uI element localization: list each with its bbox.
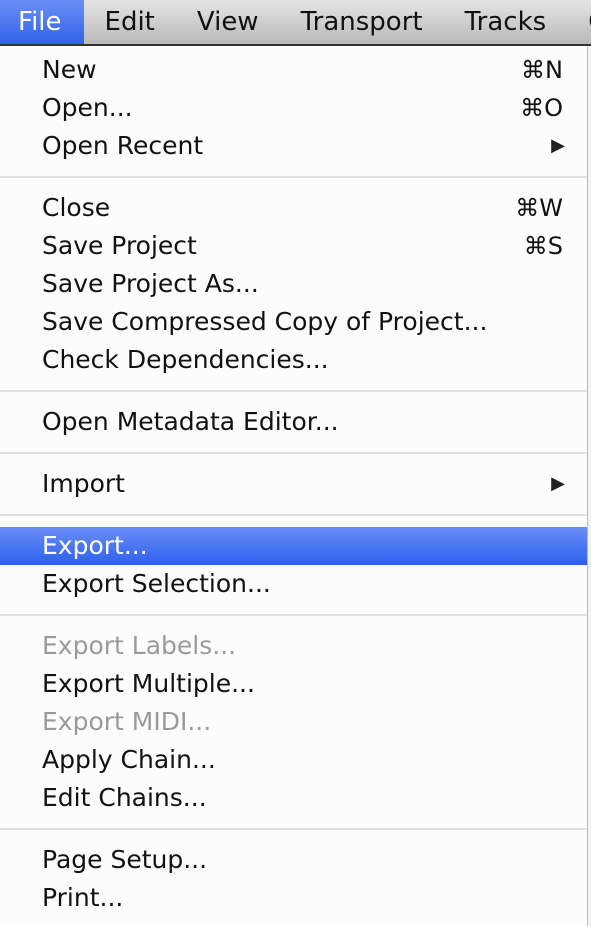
menu-item-label: Import xyxy=(42,469,125,498)
menu-item-label: Export MIDI... xyxy=(42,707,212,736)
menu-item-label: Apply Chain... xyxy=(42,745,216,774)
menubar-tracks[interactable]: Tracks xyxy=(444,0,568,44)
shortcut-label: ⌘S xyxy=(523,232,563,260)
menubar-transport[interactable]: Transport xyxy=(280,0,444,44)
submenu-arrow-icon: ▶ xyxy=(551,473,565,494)
menubar-file[interactable]: File xyxy=(0,0,84,44)
menu-item-label: New xyxy=(42,55,97,84)
menu-item-export[interactable]: Export... xyxy=(0,527,587,565)
menu-item-label: Page Setup... xyxy=(42,845,208,874)
menu-item-label: Export Multiple... xyxy=(42,669,255,698)
menu-item-label: Save Project As... xyxy=(42,269,259,298)
menu-bar: FileEditViewTransportTracksG xyxy=(0,0,591,46)
menu-item-print[interactable]: Print... xyxy=(0,879,587,917)
submenu-arrow-icon: ▶ xyxy=(551,135,565,156)
file-menu: New ⌘N Open... ⌘O Open Recent ▶ Close ⌘W Save Pr… xyxy=(0,46,588,926)
menu-item-new[interactable]: New ⌘N xyxy=(0,51,587,89)
menu-item-save-compressed-copy-of-project[interactable]: Save Compressed Copy of Project... xyxy=(0,303,587,341)
menubar-edit[interactable]: Edit xyxy=(84,0,176,44)
menu-item-edit-chains[interactable]: Edit Chains... xyxy=(0,779,587,817)
menu-item-label: Export Selection... xyxy=(42,569,271,598)
menu-item-label: Save Compressed Copy of Project... xyxy=(42,307,488,336)
menu-separator xyxy=(0,603,587,627)
menu-item-check-dependencies[interactable]: Check Dependencies... xyxy=(0,341,587,379)
menu-item-label: Edit Chains... xyxy=(42,783,207,812)
menu-item-import[interactable]: Import ▶ xyxy=(0,465,587,503)
menu-separator xyxy=(0,441,587,465)
menu-item-label: Export... xyxy=(42,531,148,560)
menu-item-open-recent[interactable]: Open Recent ▶ xyxy=(0,127,587,165)
shortcut-label: ⌘N xyxy=(521,56,563,84)
menu-separator xyxy=(0,165,587,189)
shortcut-label: ⌘O xyxy=(520,94,563,122)
menu-item-export-multiple[interactable]: Export Multiple... xyxy=(0,665,587,703)
menu-item-export-midi: Export MIDI... xyxy=(0,703,587,741)
menu-item-page-setup[interactable]: Page Setup... xyxy=(0,841,587,879)
menu-separator xyxy=(0,379,587,403)
menu-item-label: Print... xyxy=(42,883,124,912)
menu-item-save-project[interactable]: Save Project ⌘S xyxy=(0,227,587,265)
menu-item-open[interactable]: Open... ⌘O xyxy=(0,89,587,127)
menu-item-apply-chain[interactable]: Apply Chain... xyxy=(0,741,587,779)
menu-item-label: Open Recent xyxy=(42,131,204,160)
menu-item-open-metadata-editor[interactable]: Open Metadata Editor... xyxy=(0,403,587,441)
menu-item-export-selection[interactable]: Export Selection... xyxy=(0,565,587,603)
shortcut-label: ⌘W xyxy=(515,194,563,222)
menu-item-label: Save Project xyxy=(42,231,197,260)
menubar-view[interactable]: View xyxy=(176,0,280,44)
menu-item-label: Open Metadata Editor... xyxy=(42,407,339,436)
menu-item-export-labels: Export Labels... xyxy=(0,627,587,665)
menu-item-label: Close xyxy=(42,193,111,222)
menu-item-label: Open... xyxy=(42,93,133,122)
menubar-g[interactable]: G xyxy=(567,0,591,44)
menu-item-label: Check Dependencies... xyxy=(42,345,329,374)
menu-separator xyxy=(0,503,587,527)
menu-item-save-project-as[interactable]: Save Project As... xyxy=(0,265,587,303)
menu-separator xyxy=(0,817,587,841)
menu-item-label: Export Labels... xyxy=(42,631,237,660)
menu-item-close[interactable]: Close ⌘W xyxy=(0,189,587,227)
